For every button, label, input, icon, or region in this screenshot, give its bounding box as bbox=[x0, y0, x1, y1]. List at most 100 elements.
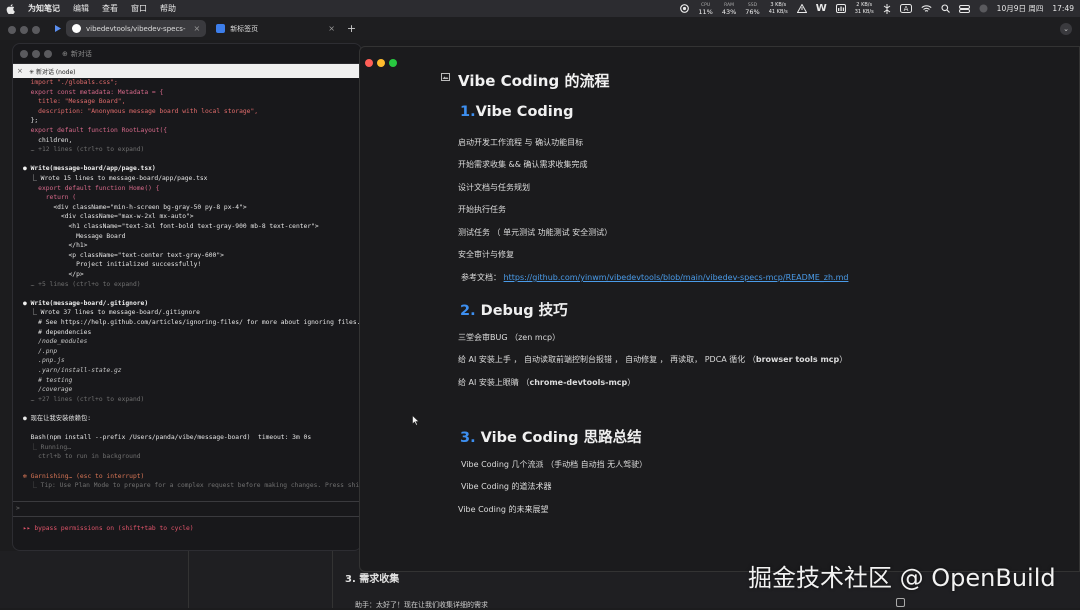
close-tab-icon[interactable]: × bbox=[328, 24, 335, 33]
copy-icon[interactable] bbox=[896, 598, 905, 607]
window-controls bbox=[8, 19, 44, 38]
terminal-line: return ( bbox=[23, 194, 77, 202]
ssd-stat[interactable]: SSD 76% bbox=[745, 2, 759, 16]
close-button[interactable] bbox=[20, 49, 28, 58]
tab-list-icon[interactable]: ⌄ bbox=[1060, 22, 1072, 35]
terminal-line: <h1 className="text-3xl font-bold text-g… bbox=[23, 223, 319, 230]
a-input-icon[interactable]: A bbox=[899, 4, 912, 13]
tab-new[interactable]: 新标签页 × bbox=[210, 20, 341, 37]
terminal-title: 新对话 bbox=[70, 49, 92, 58]
prompt-divider-bottom bbox=[13, 516, 361, 517]
close-tab-icon[interactable]: × bbox=[193, 24, 200, 33]
minimize-button[interactable] bbox=[32, 49, 40, 58]
terminal-line: .pnp.js bbox=[23, 357, 65, 365]
list-item: 启动开发工作流程 与 确认功能目标 bbox=[458, 138, 584, 147]
ram-stat[interactable]: RAM 43% bbox=[722, 2, 736, 16]
menu-bar: 为知笔记 编辑 查看 窗口 帮助 CPU 11% RAM 43% SSD 76% 3 … bbox=[0, 0, 1080, 17]
reference-link[interactable]: https://github.com/yinwm/vibedevtools/bl… bbox=[504, 273, 849, 282]
github-icon bbox=[72, 24, 81, 33]
section-3-heading: 3. Vibe Coding 思路总结 bbox=[460, 430, 642, 446]
window-controls bbox=[365, 52, 401, 71]
sidebar-toggle-icon[interactable] bbox=[54, 24, 62, 33]
dashboard-icon[interactable] bbox=[835, 4, 846, 13]
terminal-line: ✻ Garnishing… (esc to interrupt) bbox=[23, 472, 145, 480]
list-item: 给 AI 安装上手 ， 自动读取前端控制台报错 ， 自动修复 ， 再读取， PD… bbox=[458, 355, 848, 364]
menu-edit[interactable]: 编辑 bbox=[73, 3, 89, 14]
apple-icon[interactable] bbox=[6, 3, 15, 14]
terminal-line: }; bbox=[23, 117, 39, 125]
warning-icon[interactable] bbox=[796, 4, 807, 13]
terminal-window: ⊕ 新对话 × ✳ 新对话 (node) import "./globals.c… bbox=[12, 43, 362, 551]
divider bbox=[188, 551, 189, 608]
terminal-header: ⊕ 新对话 bbox=[13, 44, 361, 64]
reference-label: 参考文档： bbox=[461, 273, 501, 282]
terminal-line: Bash(npm install --prefix /Users/panda/v… bbox=[23, 434, 312, 442]
time[interactable]: 17:49 bbox=[1052, 4, 1074, 13]
terminal-line: <div className="min-h-screen bg-gray-50 … bbox=[23, 203, 247, 211]
menu-view[interactable]: 查看 bbox=[102, 3, 118, 14]
network2-stat[interactable]: 2 KB/s 31 KB/s bbox=[855, 2, 874, 16]
reference-line: 参考文档： https://github.com/yinwm/vibedevto… bbox=[461, 272, 848, 283]
control-center-icon[interactable] bbox=[958, 4, 970, 13]
cast-icon[interactable] bbox=[883, 3, 891, 14]
list-item: 三堂会审BUG （zen mcp） bbox=[458, 333, 561, 342]
terminal-line: <div className="max-w-2xl mx-auto"> bbox=[23, 213, 194, 221]
list-item: Vibe Coding 的道法术器 bbox=[461, 482, 552, 491]
terminal-line: ● Write(message-board/.gitignore) bbox=[23, 299, 149, 307]
maximize-button[interactable] bbox=[389, 59, 397, 67]
terminal-line: /coverage bbox=[23, 386, 73, 394]
terminal-line: </h1> bbox=[23, 242, 88, 250]
record-icon[interactable] bbox=[680, 4, 690, 13]
list-item: 开始执行任务 bbox=[458, 205, 506, 214]
date[interactable]: 10月9日 周四 bbox=[997, 3, 1044, 14]
tab-label: vibedevtools/vibedev-specs- bbox=[86, 24, 186, 33]
new-tab-button[interactable]: + bbox=[347, 22, 356, 35]
terminal-line: description: "Anonymous message board wi… bbox=[23, 107, 259, 115]
svg-text:A: A bbox=[903, 5, 908, 13]
wifi-icon[interactable] bbox=[921, 4, 932, 13]
terminal-line: /node_modules bbox=[23, 338, 88, 346]
network-stat[interactable]: 3 KB/s 41 KB/s bbox=[769, 2, 788, 16]
terminal-line: # testing bbox=[23, 376, 73, 384]
close-icon[interactable]: × bbox=[17, 67, 23, 75]
user-icon[interactable] bbox=[979, 4, 988, 13]
list-item: 给 AI 安装上眼睛 （chrome-devtools-mcp） bbox=[458, 378, 636, 387]
divider bbox=[332, 551, 333, 608]
maximize-button[interactable] bbox=[44, 49, 52, 58]
terminal-line: /.pnp bbox=[23, 347, 58, 355]
w-app-icon[interactable]: W bbox=[816, 3, 827, 14]
list-item: Vibe Coding 的未来展望 bbox=[458, 505, 549, 514]
terminal-line: export default function Home() { bbox=[23, 184, 160, 192]
tab-label: 新标签页 bbox=[230, 24, 259, 33]
prompt-caret[interactable]: > bbox=[16, 504, 20, 513]
minimize-window-button[interactable] bbox=[20, 26, 28, 34]
terminal-line: ● Write(message-board/app/page.tsx) bbox=[23, 165, 156, 173]
close-button[interactable] bbox=[365, 59, 373, 67]
menu-window[interactable]: 窗口 bbox=[131, 3, 147, 14]
terminal-tab[interactable]: × ✳ 新对话 (node) bbox=[13, 64, 361, 78]
section-2-heading: 2. Debug 技巧 bbox=[460, 303, 568, 319]
background-heading: 3. 需求收集 bbox=[345, 574, 400, 585]
cpu-stat[interactable]: CPU 11% bbox=[698, 2, 712, 16]
tab-github[interactable]: vibedevtools/vibedev-specs- × bbox=[66, 20, 207, 37]
terminal-line: ● 现在让我安装依赖包: bbox=[23, 415, 92, 422]
prompt-divider-top bbox=[13, 501, 361, 502]
newtab-icon bbox=[216, 24, 226, 33]
terminal-output[interactable]: import "./globals.css"; export const met… bbox=[13, 78, 361, 550]
terminal-line: ⎿ Wrote 15 lines to message-board/app/pa… bbox=[23, 175, 208, 182]
terminal-line: title: "Message Board", bbox=[23, 98, 126, 106]
terminal-line: ⎿ Wrote 37 lines to message-board/.gitig… bbox=[23, 309, 200, 317]
terminal-line: Message Board bbox=[23, 232, 126, 240]
minimize-button[interactable] bbox=[377, 59, 385, 67]
menu-help[interactable]: 帮助 bbox=[160, 3, 176, 14]
watermark: 掘金技术社区 @ OpenBuild bbox=[748, 564, 1056, 592]
search-icon[interactable] bbox=[941, 4, 950, 13]
terminal-tab-label: ✳ 新对话 (node) bbox=[29, 68, 76, 76]
close-window-button[interactable] bbox=[8, 26, 16, 34]
maximize-window-button[interactable] bbox=[32, 26, 40, 34]
app-menu[interactable]: 为知笔记 bbox=[28, 3, 60, 14]
background-message: 助手：太好了！现在让我们收集详细的需求 bbox=[355, 601, 488, 609]
terminal-line: export default function RootLayout({ bbox=[23, 127, 168, 134]
mouse-cursor-icon bbox=[412, 415, 420, 426]
terminal-line: import "./globals.css"; bbox=[23, 79, 118, 86]
